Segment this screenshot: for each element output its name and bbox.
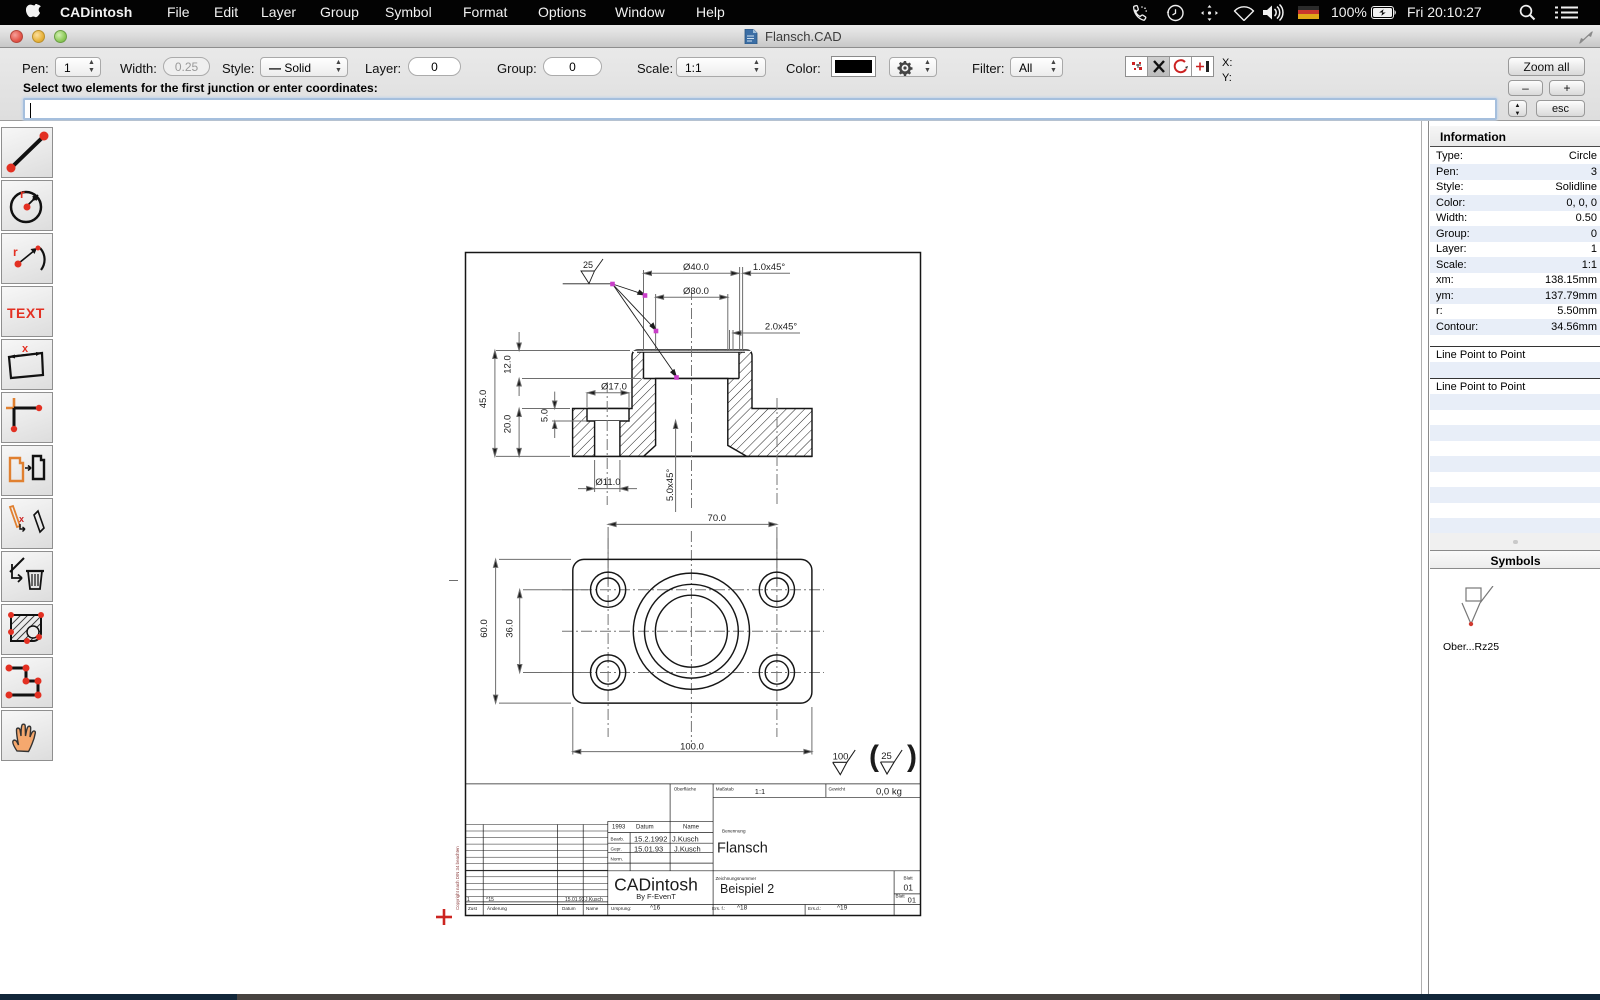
svg-text:^16: ^16 (650, 905, 661, 912)
svg-text:100.0: 100.0 (680, 742, 704, 753)
svg-text:1:1: 1:1 (755, 787, 765, 796)
svg-text:Bearb.: Bearb. (611, 837, 625, 842)
svg-text:5.0x45°: 5.0x45° (665, 469, 676, 502)
svg-text:J.Kusch: J.Kusch (585, 897, 603, 903)
svg-text:^19: ^19 (837, 905, 848, 912)
svg-text:01: 01 (904, 883, 914, 893)
svg-text:60.0: 60.0 (479, 619, 490, 638)
svg-text:Flansch: Flansch (717, 841, 768, 857)
svg-text:Ø40.0: Ø40.0 (683, 262, 709, 273)
svg-text:Copyright nach DIN 34 beachten: Copyright nach DIN 34 beachten (455, 846, 460, 910)
svg-text:Ø17.0: Ø17.0 (601, 382, 627, 393)
svg-text:36.0: 36.0 (505, 619, 516, 638)
svg-text:Datum: Datum (636, 825, 654, 831)
svg-text:100: 100 (833, 752, 849, 763)
svg-text:Ers.d.:: Ers.d.: (808, 906, 821, 911)
svg-text:Name: Name (586, 906, 599, 911)
svg-text:(: ( (869, 740, 879, 773)
svg-text:r: r (13, 245, 18, 259)
svg-text:70.0: 70.0 (708, 513, 727, 524)
svg-text:J.Kusch: J.Kusch (674, 845, 701, 854)
svg-text:Zust: Zust (468, 906, 478, 911)
svg-text:Zeichnungsnummer: Zeichnungsnummer (716, 876, 757, 881)
svg-text:15.2.1992: 15.2.1992 (634, 835, 667, 844)
svg-text:Blatt: Blatt (896, 894, 906, 899)
svg-text:1: 1 (467, 897, 470, 903)
svg-text:r: r (20, 187, 25, 201)
svg-text:Oberfläche: Oberfläche (674, 787, 697, 792)
svg-text:Ø11.0: Ø11.0 (595, 477, 620, 488)
svg-text:20.0: 20.0 (503, 415, 514, 434)
svg-text:01: 01 (908, 896, 916, 905)
svg-text:Ursprung:: Ursprung: (611, 906, 631, 911)
svg-text:15.01.93: 15.01.93 (565, 897, 585, 903)
svg-text:1.0x45°: 1.0x45° (753, 262, 786, 273)
svg-text:Maßstab: Maßstab (716, 787, 734, 792)
svg-text:Blatt: Blatt (904, 876, 914, 881)
svg-text:By F-EvenT: By F-EvenT (636, 892, 676, 901)
svg-text:x: x (22, 343, 29, 355)
svg-text:1993: 1993 (612, 825, 626, 831)
svg-text:45.0: 45.0 (478, 390, 489, 409)
svg-text:12.0: 12.0 (503, 355, 514, 374)
svg-text:Norm.: Norm. (611, 857, 624, 862)
svg-text:TEXT: TEXT (7, 305, 45, 321)
svg-text:25: 25 (881, 751, 892, 762)
svg-text:^18: ^18 (737, 905, 748, 912)
svg-text:Ers. f.:: Ers. f.: (712, 906, 725, 911)
svg-text:Beispiel 2: Beispiel 2 (720, 882, 774, 896)
svg-text:Benennung: Benennung (722, 829, 746, 834)
svg-text:Gepr.: Gepr. (611, 847, 622, 852)
svg-text:^15: ^15 (486, 897, 494, 903)
svg-text:Gewicht: Gewicht (829, 787, 846, 792)
svg-text:J.Kusch: J.Kusch (672, 835, 699, 844)
svg-text:Datum: Datum (562, 906, 576, 911)
svg-text:x: x (19, 514, 24, 524)
svg-text:0,0 kg: 0,0 kg (876, 787, 902, 798)
svg-text:Name: Name (683, 825, 700, 831)
svg-text:5.0: 5.0 (540, 409, 551, 422)
svg-text:25: 25 (583, 260, 593, 270)
svg-text:): ) (907, 740, 917, 773)
svg-text:2.0x45°: 2.0x45° (765, 322, 798, 333)
svg-text:15.01.93: 15.01.93 (634, 845, 663, 854)
svg-text:Änderung: Änderung (487, 905, 507, 911)
svg-text:Ø30.0: Ø30.0 (683, 286, 709, 297)
